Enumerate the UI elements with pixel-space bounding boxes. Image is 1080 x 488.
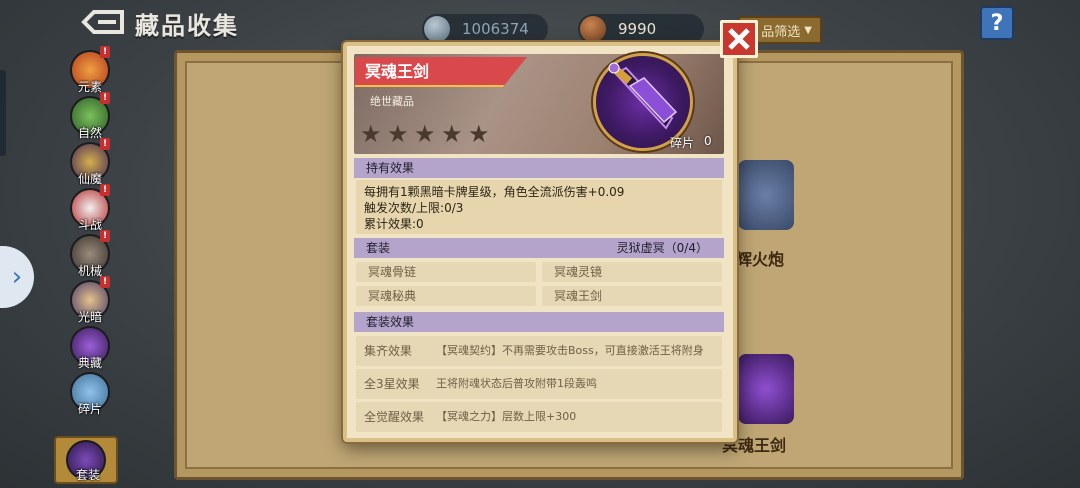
set-effect-header: 套装效果 [354, 312, 724, 332]
star-icon: ★ [387, 120, 409, 148]
category-machine[interactable]: ! 机械 [66, 230, 114, 278]
silver-ore-icon [424, 16, 450, 42]
copper-amount: 9990 [618, 20, 657, 38]
sword-item-icon[interactable] [738, 354, 794, 424]
category-collection[interactable]: 典藏 [66, 326, 114, 370]
effect-line: 每拥有1颗黑暗卡牌星级，角色全流派伤害+0.09 [364, 185, 625, 199]
hold-effect-header: 持有效果 [354, 158, 724, 178]
close-icon [728, 28, 750, 50]
notification-badge: ! [100, 138, 110, 150]
item-name-banner: 冥魂王剑 [355, 57, 527, 87]
effect-key: 集齐效果 [364, 344, 413, 358]
set-piece[interactable]: 冥魂秘典 [356, 286, 536, 306]
set-effect-row: 集齐效果 【冥魂契约】不再需要攻击Boss，可直接激活王将附身 [356, 336, 722, 366]
effect-value: 王将附魂状态后普攻附带1段轰鸣 [436, 377, 597, 390]
help-button[interactable]: ? [980, 6, 1014, 40]
close-button[interactable] [720, 20, 758, 58]
silver-currency: 1006374 [422, 14, 548, 44]
category-nature[interactable]: ! 自然 [66, 92, 114, 140]
effect-line: 触发次数/上限:0/3 [364, 201, 464, 215]
notification-badge: ! [100, 184, 110, 196]
category-light-dark[interactable]: ! 光暗 [66, 276, 114, 324]
silver-amount: 1006374 [462, 20, 529, 38]
category-sets[interactable]: 套装 [54, 436, 118, 484]
star-icon: ★ [414, 120, 436, 148]
effect-key: 全3星效果 [364, 377, 420, 391]
effect-key: 全觉醒效果 [364, 410, 425, 424]
notification-badge: ! [100, 92, 110, 104]
category-label: 套装 [75, 468, 100, 482]
cannon-item-icon[interactable] [738, 160, 794, 230]
section-title: 套装效果 [366, 315, 415, 329]
star-icon: ★ [468, 120, 490, 148]
set-piece[interactable]: 冥魂灵镜 [542, 262, 722, 282]
star-rating: ★ ★ ★ ★ ★ [360, 122, 492, 146]
category-label: 光暗 [77, 310, 102, 324]
set-effect-row: 全3星效果 王将附魂状态后普攻附带1段轰鸣 [356, 369, 722, 399]
effect-value: 【冥魂契约】不再需要攻击Boss，可直接激活王将附身 [436, 344, 704, 357]
hold-effect-box: 每拥有1颗黑暗卡牌星级，角色全流派伤害+0.09 触发次数/上限:0/3 累计效… [356, 180, 722, 234]
notification-badge: ! [100, 276, 110, 288]
notification-badge: ! [100, 46, 110, 58]
category-label: 碎片 [77, 402, 102, 416]
star-icon: ★ [360, 120, 382, 148]
set-effect-row: 全觉醒效果 【冥魂之力】层数上限+300 [356, 402, 722, 432]
set-piece[interactable]: 冥魂王剑 [542, 286, 722, 306]
category-immortal-demon[interactable]: ! 仙魔 [66, 138, 114, 186]
side-handle[interactable] [0, 70, 6, 156]
back-arrow-icon[interactable] [78, 8, 126, 36]
effect-value: 【冥魂之力】层数上限+300 [436, 410, 577, 423]
star-icon: ★ [441, 120, 463, 148]
set-name: 灵狱虚冥（0/4） [616, 241, 708, 255]
copper-currency: 9990 [578, 14, 704, 44]
section-title: 持有效果 [366, 161, 415, 175]
item-name: 辉火炮 [736, 250, 785, 269]
filter-label: 品筛选 [761, 24, 801, 40]
category-label: 典藏 [77, 356, 102, 370]
effect-line: 累计效果:0 [364, 217, 424, 231]
fragment-count: 0 [704, 134, 712, 148]
set-header: 套装 灵狱虚冥（0/4） [354, 238, 724, 258]
copper-ore-icon [580, 16, 606, 42]
chevron-right-icon: › [11, 262, 23, 292]
set-piece[interactable]: 冥魂骨链 [356, 262, 536, 282]
category-battle[interactable]: ! 斗战 [66, 184, 114, 232]
category-element[interactable]: ! 元素 [66, 46, 114, 94]
dropdown-triangle-icon: ▼ [804, 24, 812, 36]
category-fragments[interactable]: 碎片 [66, 372, 114, 416]
page-title: 藏品收集 [135, 12, 239, 40]
item-rarity: 绝世藏品 [370, 95, 414, 108]
section-title: 套装 [366, 241, 391, 255]
notification-badge: ! [100, 230, 110, 242]
fragment-label: 碎片 [670, 136, 695, 150]
